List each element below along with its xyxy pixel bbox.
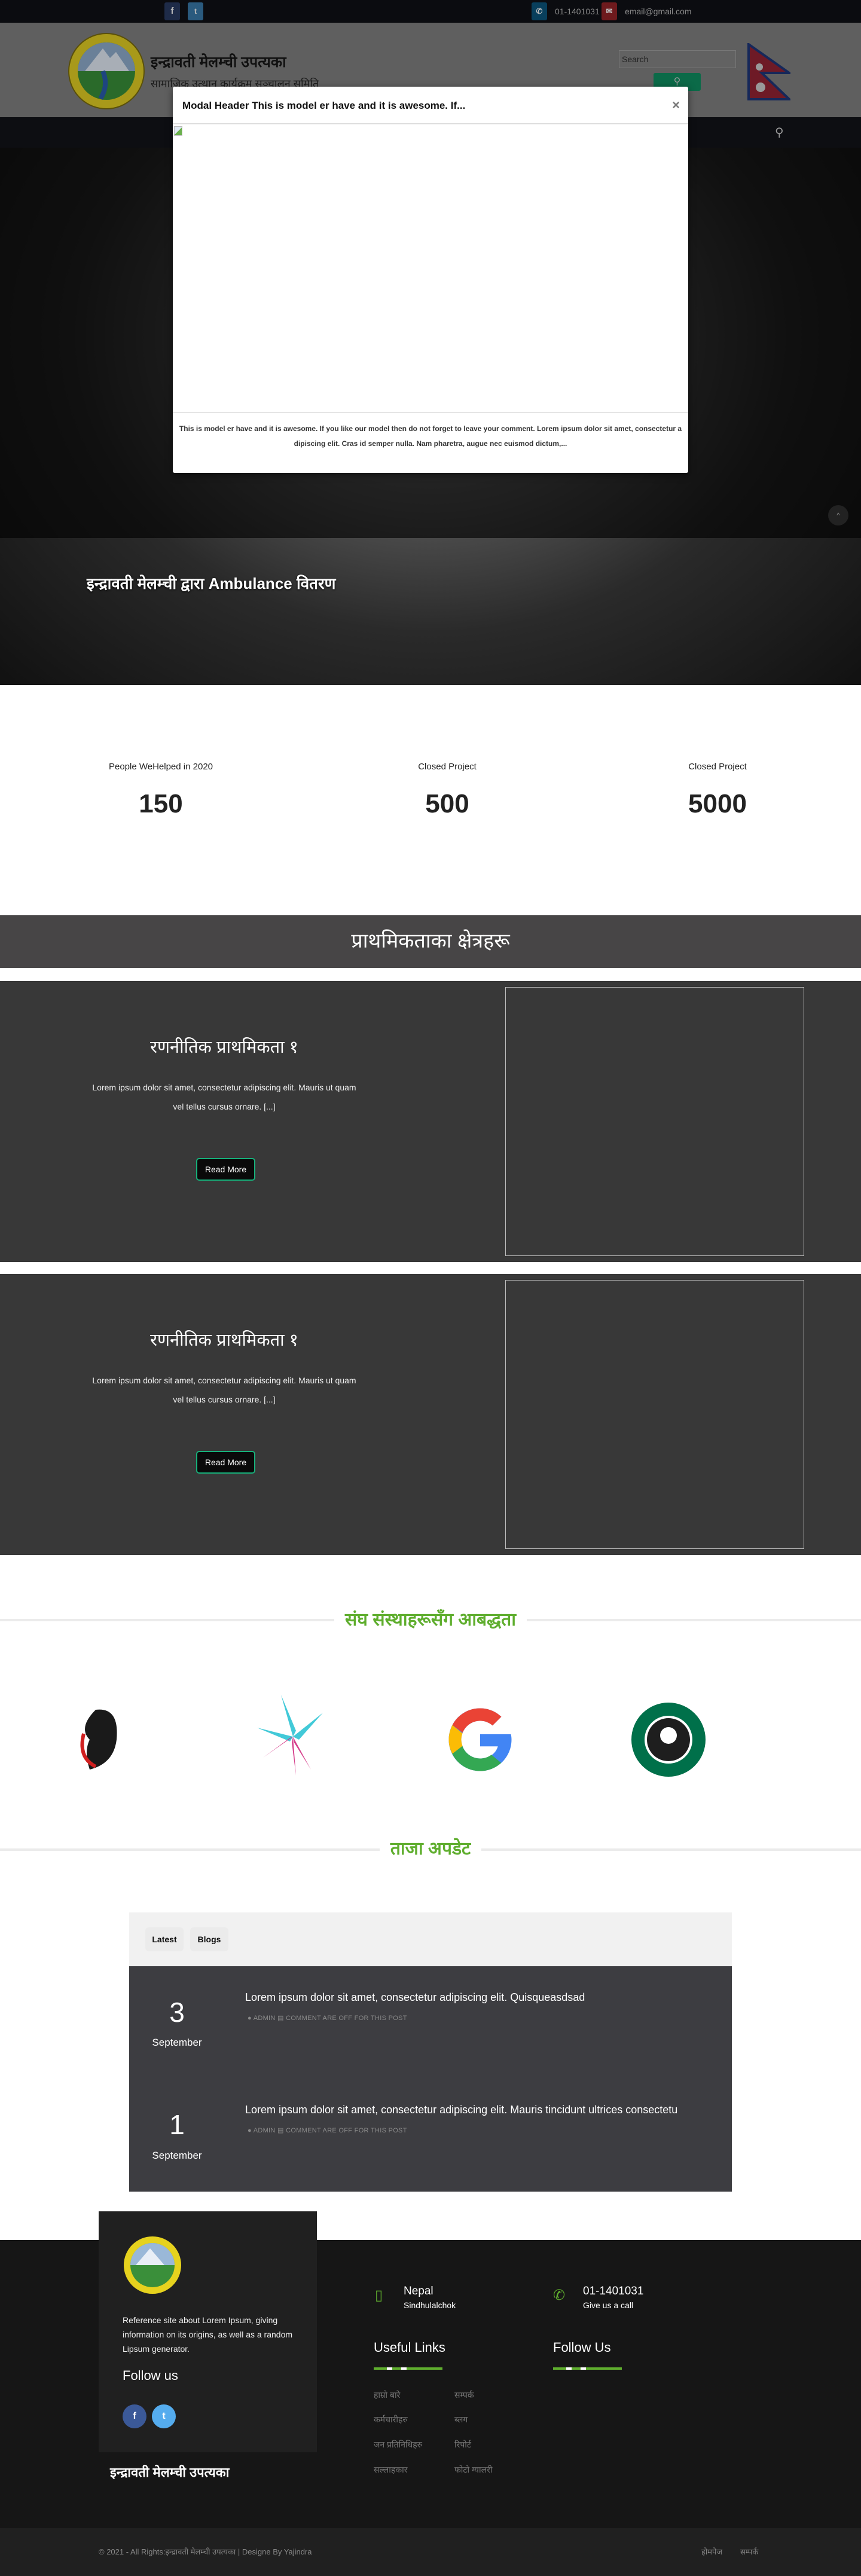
partner-logo-lion[interactable] (72, 1704, 138, 1776)
title-underline (374, 2367, 442, 2370)
footer-about-card: Reference site about Lorem Ipsum, giving… (99, 2211, 317, 2452)
post-month: September (152, 2037, 202, 2048)
post-meta: ● ADMIN ▤ COMMENT ARE OFF FOR THIS POST (248, 2126, 407, 2134)
follow-us-title: Follow Us (553, 2340, 611, 2355)
partners-heading: संघ संस्थाहरूसँग आबद्धता (0, 1606, 861, 1631)
search-icon: ⚲ (673, 77, 681, 87)
post-author[interactable]: ADMIN (254, 2015, 276, 2022)
phone-ring-icon: ✆ (553, 2287, 566, 2303)
priority-image (505, 987, 804, 1256)
stat-label: Closed Project (688, 762, 747, 772)
footer-link[interactable]: रिपोर्ट (454, 2439, 471, 2450)
footer-bottom-bar: © 2021 - All Rights:इन्द्रावती मेलम्ची उ… (0, 2528, 861, 2576)
priorities-heading: प्राथमिकताका क्षेत्रहरू (0, 915, 861, 968)
footer-link[interactable]: सल्लाहकार (374, 2464, 407, 2476)
partner-logo-google[interactable] (442, 1701, 518, 1779)
read-more-button[interactable]: Read More (196, 1451, 255, 1474)
twitter-icon[interactable]: t (188, 2, 203, 20)
bottom-link-home[interactable]: होमपेज (701, 2546, 722, 2557)
read-more-button[interactable]: Read More (196, 1158, 255, 1181)
footer-location-sub: Sindhulalchok (404, 2300, 456, 2310)
post-comments: COMMENT ARE OFF FOR THIS POST (286, 2015, 407, 2022)
footer-link[interactable]: सम्पर्क (454, 2389, 474, 2401)
stat-value: 500 (425, 789, 469, 818)
stat-value: 5000 (688, 789, 747, 818)
topbar-phone[interactable]: 01-1401031 (555, 7, 600, 16)
bottom-link-contact[interactable]: सम्पर्क (740, 2546, 758, 2557)
footer-phone-sub: Give us a call (583, 2300, 634, 2310)
site-title: इन्द्रावती मेलम्ची उपत्यका (151, 54, 286, 71)
post-meta: ● ADMIN ▤ COMMENT ARE OFF FOR THIS POST (248, 2014, 407, 2022)
topbar-email[interactable]: email@gmail.com (625, 7, 691, 16)
priority-card: रणनीतिक प्राथमिकता १ Lorem ipsum dolor s… (0, 981, 861, 1262)
updates-panel: Latest Blogs 3 September Lorem ipsum dol… (129, 1912, 732, 2192)
priority-title: रणनीतिक प्राथमिकता १ (150, 1038, 298, 1057)
priority-text: Lorem ipsum dolor sit amet, consectetur … (92, 1376, 356, 1404)
title-underline (553, 2367, 622, 2370)
tab-blogs[interactable]: Blogs (190, 1927, 228, 1951)
post-author[interactable]: ADMIN (254, 2127, 276, 2134)
phone-icon: ✆ (532, 2, 547, 20)
footer-link[interactable]: हाम्रो बारे (374, 2389, 400, 2401)
footer-facebook-icon[interactable]: f (123, 2404, 146, 2428)
hero-caption: इन्द्रावती मेलम्ची द्वारा Ambulance वितर… (87, 575, 336, 592)
updates-heading: ताजा अपडेट (0, 1835, 861, 1860)
nav-search-icon[interactable]: ⚲ (775, 125, 784, 140)
partner-logo-starbucks[interactable] (630, 1701, 707, 1779)
tab-latest[interactable]: Latest (145, 1927, 184, 1951)
modal-divider (173, 123, 688, 124)
footer-follow-title: Follow us (123, 2368, 178, 2383)
copyright-text: © 2021 - All Rights:इन्द्रावती मेलम्ची उ… (99, 2547, 312, 2556)
footer-logo (124, 2236, 181, 2294)
footer-link[interactable]: फोटो ग्यालरी (454, 2464, 493, 2476)
comment-icon: ▤ (277, 2127, 286, 2134)
post-month: September (152, 2150, 202, 2161)
facebook-icon[interactable]: f (164, 2, 180, 20)
post-day: 1 (169, 2109, 185, 2140)
footer-phone-title[interactable]: 01-1401031 (583, 2285, 643, 2298)
top-bar: f t ✆ 01-1401031 ✉ email@gmail.com (0, 0, 861, 23)
stat-label: Closed Project (418, 762, 477, 772)
map-icon: ▯ (375, 2287, 383, 2303)
priority-image (505, 1280, 804, 1549)
comment-icon: ▤ (277, 2015, 286, 2022)
modal-dialog: Modal Header This is model er have and i… (173, 87, 688, 473)
post-title[interactable]: Lorem ipsum dolor sit amet, consectetur … (245, 1991, 585, 2004)
post-day: 3 (169, 1997, 185, 2028)
footer-link[interactable]: ब्लग (454, 2414, 468, 2425)
useful-links-title: Useful Links (374, 2340, 445, 2355)
user-icon: ● (248, 2127, 254, 2134)
footer-about-text: Reference site about Lorem Ipsum, giving… (123, 2315, 293, 2354)
priority-text: Lorem ipsum dolor sit amet, consectetur … (92, 1083, 356, 1111)
footer-twitter-icon[interactable]: t (152, 2404, 176, 2428)
footer-link[interactable]: कर्मचारीहरु (374, 2414, 408, 2425)
search-input[interactable] (619, 50, 736, 68)
footer-org-name: इन्द्रावती मेलम्ची उपत्यका (110, 2465, 230, 2480)
broken-image-icon (174, 126, 182, 136)
scroll-top-button[interactable]: ^ (828, 505, 848, 525)
stat-label: People WeHelped in 2020 (108, 762, 213, 772)
updates-tab-bar: Latest Blogs (129, 1912, 732, 1966)
stat-value: 150 (139, 789, 183, 818)
priority-card: रणनीतिक प्राथमिकता १ Lorem ipsum dolor s… (0, 1274, 861, 1555)
email-icon: ✉ (602, 2, 617, 20)
post-comments: COMMENT ARE OFF FOR THIS POST (286, 2127, 407, 2134)
nepal-flag (747, 43, 790, 100)
modal-body-text: This is model er have and it is awesome.… (179, 424, 682, 448)
footer-location-title: Nepal (404, 2285, 433, 2297)
user-icon: ● (248, 2015, 254, 2022)
modal-close-button[interactable]: × (672, 97, 680, 113)
modal-title: Modal Header This is model er have and i… (182, 100, 466, 111)
partner-logo-flower[interactable] (257, 1695, 329, 1779)
post-title[interactable]: Lorem ipsum dolor sit amet, consectetur … (245, 2104, 723, 2116)
priority-title: रणनीतिक प्राथमिकता १ (150, 1331, 298, 1350)
site-logo[interactable] (67, 32, 146, 111)
modal-divider (173, 412, 688, 413)
footer-link[interactable]: जन प्रतिनिधिहरु (374, 2439, 422, 2450)
